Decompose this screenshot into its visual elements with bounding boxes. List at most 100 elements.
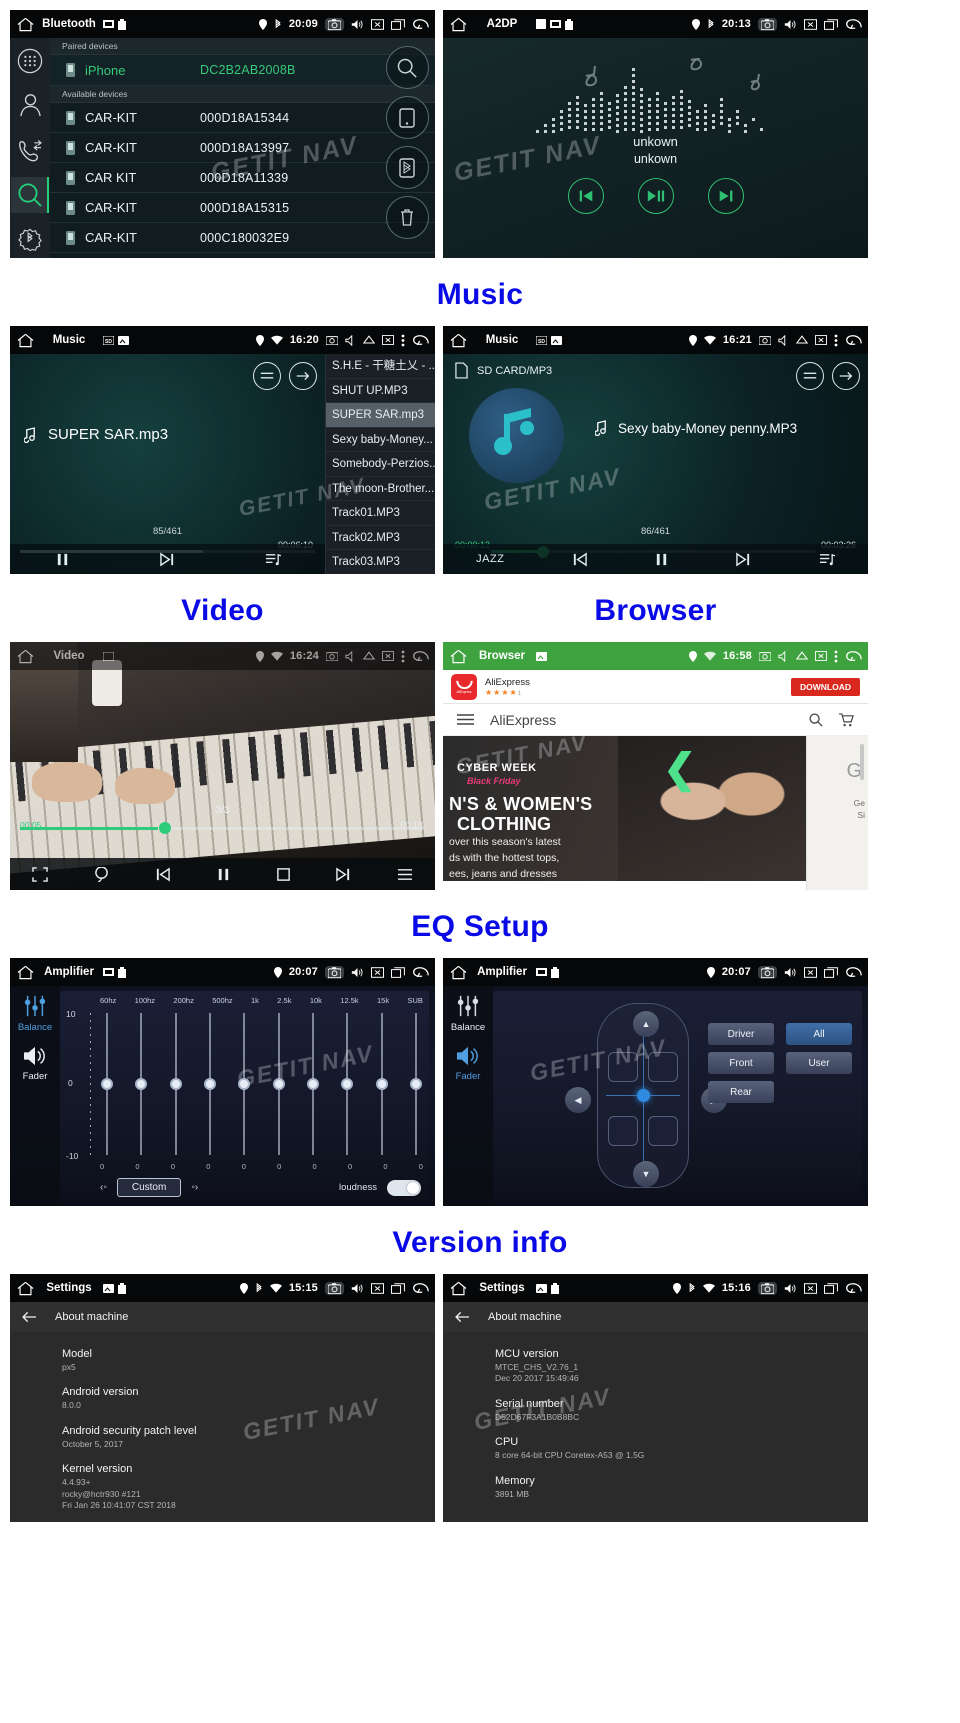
list-item[interactable]: S.H.E - 干糖土乂 - ... [326, 354, 435, 379]
list-item[interactable]: Sexy baby-Money... [326, 428, 435, 452]
repeat-mode-icon[interactable] [289, 362, 317, 390]
next-icon[interactable] [707, 178, 744, 214]
next-icon[interactable] [335, 867, 352, 882]
prev-preset-button[interactable]: ‹◦ [100, 1182, 107, 1193]
progress-knob[interactable] [158, 822, 171, 834]
volume-icon[interactable] [784, 967, 797, 978]
recents-icon[interactable] [391, 966, 405, 978]
eq-slider[interactable] [169, 1013, 183, 1155]
fader-label[interactable]: Fader [23, 1071, 48, 1082]
sidebar-item-search[interactable] [11, 176, 49, 214]
close-icon[interactable] [382, 651, 394, 661]
close-icon[interactable] [382, 335, 394, 345]
paired-device-row[interactable]: iPhone DC2B2AB2008B [50, 55, 435, 86]
preset-front-button[interactable]: Front [708, 1052, 774, 1074]
screenshot-icon[interactable] [325, 17, 344, 31]
eq-slider[interactable] [272, 1013, 286, 1155]
close-icon[interactable] [371, 1282, 384, 1294]
eq-slider[interactable] [203, 1013, 217, 1155]
back-arrow-icon[interactable] [22, 1311, 37, 1323]
sliders-icon[interactable] [22, 994, 48, 1018]
eq-slider[interactable] [237, 1013, 251, 1155]
close-icon[interactable] [815, 335, 827, 345]
play-pause-icon[interactable] [637, 178, 674, 214]
video-progress-bar[interactable] [20, 827, 425, 830]
preset-user-button[interactable]: User [786, 1052, 852, 1074]
overflow-menu-icon[interactable] [834, 650, 838, 663]
list-item[interactable]: Kernel version 4.4.93+ rocky@hctr930 #12… [10, 1457, 435, 1518]
list-item[interactable]: Model px5 [10, 1342, 435, 1380]
screenshot-icon[interactable] [759, 651, 771, 661]
close-icon[interactable] [804, 18, 817, 30]
eq-slider[interactable] [409, 1013, 423, 1155]
cart-icon[interactable] [839, 712, 854, 727]
volume-icon[interactable] [351, 19, 364, 30]
back-icon[interactable] [412, 1282, 429, 1294]
list-item[interactable]: Serial number D52D67F3A1B0B8BC [443, 1392, 868, 1430]
sliders-icon[interactable] [455, 994, 481, 1018]
list-item[interactable]: Track02.MP3 [326, 526, 435, 550]
screenshot-icon[interactable] [326, 651, 338, 661]
eq-slider[interactable] [340, 1013, 354, 1155]
available-device-row[interactable]: CAR-KIT 000D18A15344 [50, 103, 435, 133]
next-preset-button[interactable]: ◦› [191, 1182, 198, 1193]
list-item[interactable]: CPU 8 core 64-bit CPU Coretex-A53 @ 1.5G [443, 1430, 868, 1468]
previous-icon[interactable] [154, 867, 171, 882]
close-icon[interactable] [371, 18, 384, 30]
pair-device-icon[interactable] [385, 146, 429, 189]
back-icon[interactable] [845, 334, 862, 346]
list-item[interactable]: SHUT UP.MP3 [326, 379, 435, 403]
search-circle-icon[interactable] [385, 46, 429, 89]
overflow-menu-icon[interactable] [401, 650, 405, 663]
list-item[interactable]: Android security patch level October 5, … [10, 1419, 435, 1457]
pause-icon[interactable] [216, 867, 231, 882]
screenshot-icon[interactable] [758, 965, 777, 979]
playlist-icon[interactable] [819, 552, 835, 567]
seat-front-right[interactable] [648, 1052, 678, 1082]
app-install-banner[interactable]: AliExpress AliExpress ★★★★1 DOWNLOAD [443, 670, 868, 704]
sidebar-item-bluetooth-settings[interactable] [11, 221, 49, 258]
available-device-row[interactable]: CAR-KIT 000D18A15315 [50, 193, 435, 223]
mute-icon[interactable] [778, 334, 789, 346]
home-icon[interactable] [449, 963, 468, 982]
close-icon[interactable] [804, 1282, 817, 1294]
close-icon[interactable] [371, 966, 384, 978]
connect-device-icon[interactable] [385, 96, 429, 139]
equalizer-icon[interactable] [796, 362, 824, 390]
back-icon[interactable] [412, 966, 429, 978]
list-item[interactable]: SUPER SAR.mp3 [326, 403, 435, 428]
seat-rear-left[interactable] [608, 1116, 638, 1146]
list-item[interactable]: Somebody-Perzios... [326, 452, 435, 477]
back-arrow-icon[interactable] [455, 1311, 470, 1323]
mute-icon[interactable] [345, 334, 356, 346]
home-icon[interactable] [16, 15, 35, 34]
eq-slider[interactable] [306, 1013, 320, 1155]
volume-icon[interactable] [351, 1283, 364, 1294]
scrollbar[interactable] [860, 744, 864, 780]
recents-icon[interactable] [391, 18, 405, 30]
eject-icon[interactable] [363, 651, 375, 661]
volume-icon[interactable] [784, 19, 797, 30]
home-icon[interactable] [16, 963, 35, 982]
eq-preset-label[interactable]: JAZZ [476, 553, 504, 565]
volume-icon[interactable] [784, 1283, 797, 1294]
previous-icon[interactable] [567, 178, 604, 214]
pause-icon[interactable] [654, 552, 669, 567]
repeat-mode-icon[interactable] [832, 362, 860, 390]
back-icon[interactable] [845, 18, 862, 30]
balance-label[interactable]: Balance [451, 1022, 485, 1033]
balance-label[interactable]: Balance [18, 1022, 52, 1033]
fader-down-button[interactable]: ▼ [633, 1161, 659, 1187]
recents-icon[interactable] [391, 1282, 405, 1294]
recents-icon[interactable] [824, 1282, 838, 1294]
list-item[interactable]: The moon-Brother... [326, 477, 435, 501]
download-button[interactable]: DOWNLOAD [791, 677, 860, 696]
next-icon[interactable] [159, 552, 176, 567]
home-icon[interactable] [449, 647, 468, 666]
overflow-menu-icon[interactable] [834, 334, 838, 347]
recents-icon[interactable] [824, 18, 838, 30]
screenshot-icon[interactable] [758, 1281, 777, 1295]
speaker-icon[interactable] [22, 1045, 48, 1067]
hamburger-menu-icon[interactable] [457, 713, 474, 726]
preset-all-button[interactable]: All [786, 1023, 852, 1045]
